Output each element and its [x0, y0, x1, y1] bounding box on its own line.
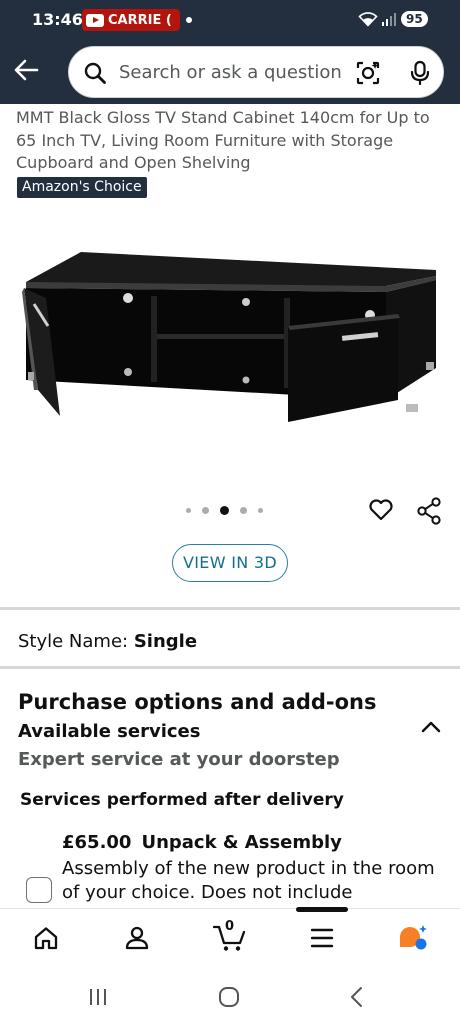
notification-pill: CARRIE (: [82, 9, 180, 31]
service-name: Unpack & Assembly: [141, 832, 342, 853]
active-tab-indicator: [296, 907, 348, 912]
notification-dot: [186, 17, 192, 23]
amazons-choice-badge[interactable]: Amazon's Choice: [17, 177, 147, 198]
style-value: Single: [133, 631, 198, 652]
status-time: 13:46: [32, 10, 83, 29]
chevron-up-icon[interactable]: [420, 718, 442, 736]
home-button-icon[interactable]: [218, 986, 240, 1008]
battery-level: 95: [401, 11, 428, 27]
back-button-icon[interactable]: [348, 986, 364, 1008]
recent-apps-icon[interactable]: [88, 988, 108, 1006]
product-page: 13:46 CARRIE ( 95 Search or ask a questi…: [0, 0, 460, 1024]
youtube-icon: [86, 13, 104, 27]
carousel-dot[interactable]: [258, 508, 263, 513]
microphone-icon[interactable]: [409, 60, 431, 86]
system-navigation-bar: [0, 964, 460, 1024]
carousel-dot[interactable]: [186, 508, 191, 513]
after-delivery-heading: Services performed after delivery: [20, 790, 344, 810]
carousel-dot-active[interactable]: [220, 506, 229, 515]
style-selector[interactable]: Style Name: Single: [18, 631, 197, 652]
back-arrow-icon[interactable]: [12, 58, 40, 82]
wifi-icon: [358, 12, 378, 27]
search-input[interactable]: Search or ask a question: [119, 62, 342, 83]
account-icon[interactable]: [124, 925, 150, 951]
heart-icon[interactable]: [368, 498, 394, 522]
expert-service-text: Expert service at your doorstep: [18, 749, 340, 770]
view-in-3d-button[interactable]: VIEW IN 3D: [172, 544, 288, 582]
carousel-dot[interactable]: [240, 507, 247, 514]
product-image[interactable]: [16, 240, 446, 430]
menu-icon[interactable]: [310, 927, 334, 949]
app-header: Search or ask a question: [0, 40, 460, 104]
style-label: Style Name:: [18, 631, 129, 652]
carousel-dot[interactable]: [202, 507, 209, 514]
section-divider: [0, 607, 460, 610]
service-description: Assembly of the new product in the room …: [62, 858, 435, 903]
status-bar: 13:46 CARRIE ( 95: [0, 0, 460, 40]
search-bar[interactable]: Search or ask a question: [68, 46, 444, 98]
section-divider: [0, 666, 460, 669]
service-checkbox[interactable]: [26, 877, 52, 903]
signal-icon: [382, 13, 396, 26]
home-icon[interactable]: [33, 925, 59, 951]
notification-label: CARRIE (: [108, 12, 172, 28]
share-icon[interactable]: [416, 497, 442, 525]
product-title[interactable]: MMT Black Gloss TV Stand Cabinet 140cm f…: [16, 107, 446, 175]
image-carousel-dots: [186, 506, 263, 515]
rufus-ai-icon[interactable]: [397, 923, 431, 953]
cart-count: 0: [225, 919, 235, 934]
available-services-label[interactable]: Available services: [18, 721, 200, 742]
cart-button[interactable]: 0: [212, 919, 248, 953]
service-option-header: £65.00 Unpack & Assembly: [62, 832, 342, 853]
bottom-navigation: 0: [0, 907, 460, 964]
service-price: £65.00: [62, 832, 132, 853]
search-icon: [84, 62, 106, 84]
purchase-options-title: Purchase options and add-ons: [18, 690, 377, 714]
camera-lens-icon[interactable]: [355, 60, 381, 86]
